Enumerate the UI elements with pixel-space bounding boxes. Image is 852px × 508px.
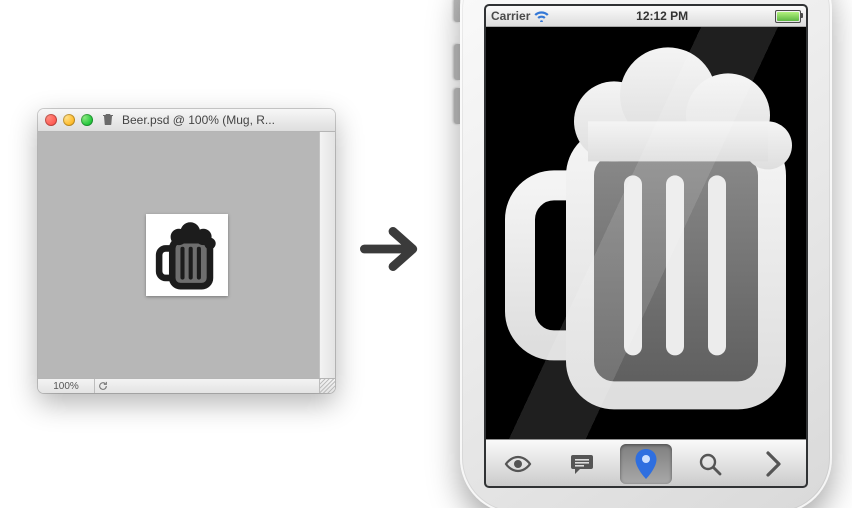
battery-icon bbox=[775, 10, 801, 23]
resize-corner[interactable] bbox=[319, 379, 335, 393]
status-bar: Carrier 12:12 PM bbox=[486, 6, 806, 27]
comment-icon bbox=[570, 453, 594, 475]
clock: 12:12 PM bbox=[636, 9, 688, 23]
zoom-button[interactable] bbox=[81, 114, 93, 126]
trash-icon bbox=[103, 113, 113, 128]
document-canvas[interactable] bbox=[146, 214, 228, 296]
window-statusbar: 100% bbox=[38, 378, 335, 393]
refresh-icon[interactable] bbox=[95, 381, 111, 394]
close-button[interactable] bbox=[45, 114, 57, 126]
app-content[interactable] bbox=[486, 27, 806, 439]
eye-icon bbox=[504, 454, 532, 474]
tab-bar bbox=[486, 439, 806, 486]
status-right bbox=[775, 10, 801, 23]
tab-search[interactable] bbox=[678, 440, 742, 486]
tab-pin[interactable] bbox=[614, 440, 678, 486]
window-titlebar[interactable]: Beer.psd @ 100% (Mug, R... bbox=[38, 109, 335, 132]
minimize-button[interactable] bbox=[63, 114, 75, 126]
tab-comment[interactable] bbox=[550, 440, 614, 486]
chevron-right-icon bbox=[765, 451, 783, 477]
vertical-scrollbar[interactable] bbox=[319, 132, 335, 378]
search-icon bbox=[698, 452, 722, 476]
tab-more[interactable] bbox=[742, 440, 806, 486]
window-title: Beer.psd @ 100% (Mug, R... bbox=[122, 113, 328, 127]
right-arrow-icon bbox=[360, 216, 426, 282]
beer-mug-icon bbox=[496, 35, 796, 415]
pin-icon bbox=[635, 449, 657, 479]
beer-mug-icon bbox=[146, 214, 228, 296]
canvas-area[interactable] bbox=[38, 132, 335, 378]
zoom-level[interactable]: 100% bbox=[38, 379, 95, 393]
carrier-label: Carrier bbox=[491, 9, 530, 23]
status-left: Carrier bbox=[491, 9, 549, 23]
device-screen: Carrier 12:12 PM bbox=[486, 6, 806, 486]
iphone-device: Carrier 12:12 PM bbox=[460, 0, 832, 508]
wifi-icon bbox=[534, 11, 549, 22]
tab-eye[interactable] bbox=[486, 440, 550, 486]
photoshop-window: Beer.psd @ 100% (Mug, R... 10 bbox=[38, 109, 335, 393]
